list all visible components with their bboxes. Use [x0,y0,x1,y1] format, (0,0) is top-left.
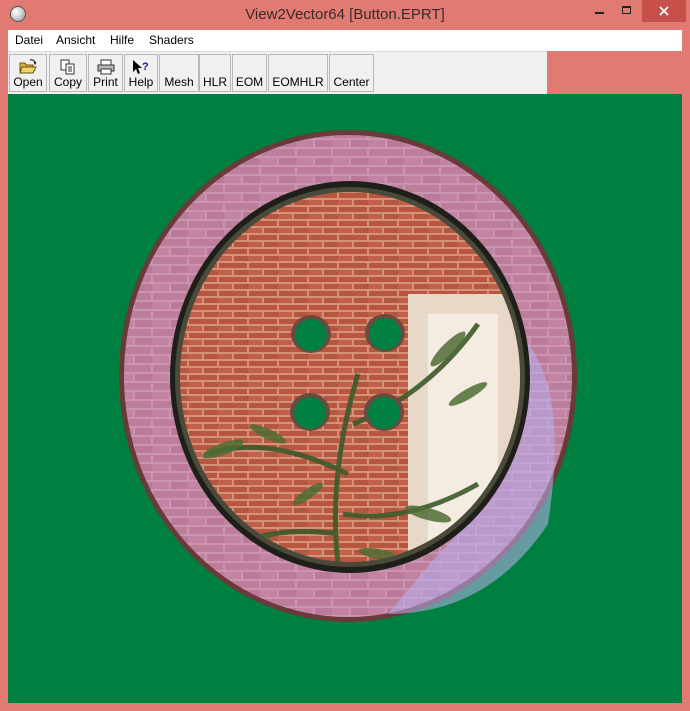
toolbar: Open Copy Print ? Help Mesh HLR EOM EOMH… [8,51,547,94]
svg-text:?: ? [142,61,149,73]
menu-ansicht[interactable]: Ansicht [56,33,95,47]
hole-top-left [295,319,327,351]
eomhlr-button[interactable]: EOMHLR [268,54,328,92]
minimize-icon [595,12,604,14]
help-pointer-icon: ? [133,60,149,74]
open-button[interactable]: Open [9,54,47,92]
help-button[interactable]: ? Help [124,54,158,92]
print-icon [97,59,114,75]
hole-bottom-left [294,397,326,429]
eomhlr-label: EOMHLR [272,75,324,89]
print-button[interactable]: Print [88,54,123,92]
help-label: Help [128,75,154,89]
maximize-icon [622,6,631,14]
title-bar[interactable]: View2Vector64 [Button.EPRT] [0,0,690,30]
copy-label: Copy [53,75,82,89]
hole-bottom-right [368,397,400,429]
hole-top-right [369,318,401,350]
menu-hilfe[interactable]: Hilfe [110,33,134,47]
menu-shaders[interactable]: Shaders [149,33,194,47]
minimize-button[interactable] [585,0,613,22]
center-button[interactable]: Center [329,54,374,92]
close-button[interactable] [642,0,686,22]
hlr-label: HLR [202,75,227,89]
mesh-label: Mesh [164,75,194,89]
open-label: Open [13,75,43,89]
open-folder-icon [19,59,37,74]
hlr-button[interactable]: HLR [199,54,231,92]
app-window: View2Vector64 [Button.EPRT] Datei Ansich… [0,0,690,711]
close-icon [659,6,669,16]
menu-bar: Datei Ansicht Hilfe Shaders [8,30,682,51]
menu-datei[interactable]: Datei [15,33,43,47]
copy-icon [60,59,75,75]
eom-button[interactable]: EOM [232,54,267,92]
button-model[interactable] [8,94,682,703]
print-label: Print [93,75,118,89]
maximize-button[interactable] [613,0,641,22]
eom-label: EOM [235,75,264,89]
center-label: Center [333,75,370,89]
render-viewport[interactable] [8,94,682,703]
mesh-button[interactable]: Mesh [159,54,199,92]
copy-button[interactable]: Copy [49,54,87,92]
